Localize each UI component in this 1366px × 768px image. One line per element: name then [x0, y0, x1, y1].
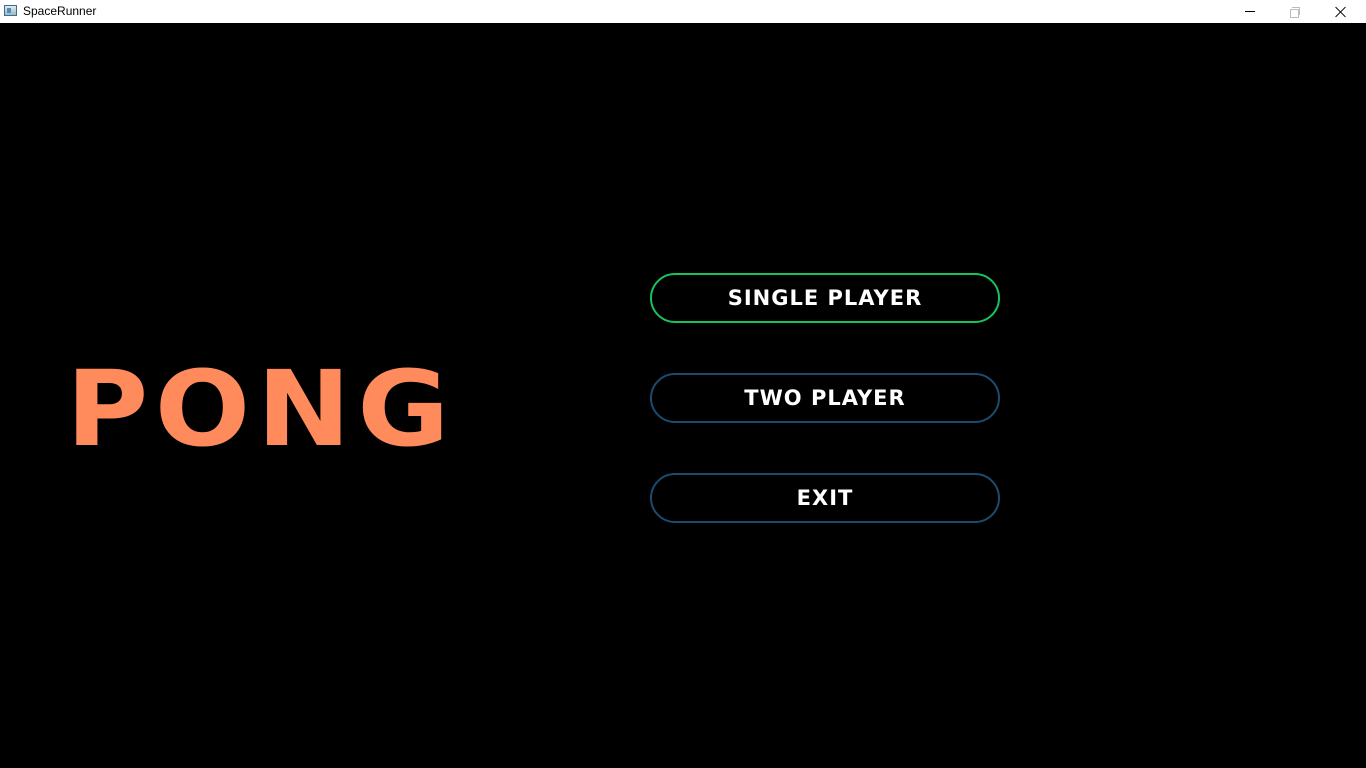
two-player-button[interactable]: TWO PLAYER — [650, 373, 1000, 423]
single-player-button[interactable]: SINGLE PLAYER — [650, 273, 1000, 323]
minimize-button[interactable] — [1227, 0, 1273, 23]
maximize-button[interactable] — [1272, 0, 1318, 23]
minimize-icon — [1245, 11, 1255, 12]
app-window: SpaceRunner PONG SINGLE PLAYER TWO PLAYE… — [0, 0, 1366, 768]
close-button[interactable] — [1318, 0, 1364, 23]
title-bar[interactable]: SpaceRunner — [0, 0, 1366, 23]
restore-icon — [1290, 6, 1300, 18]
window-title: SpaceRunner — [23, 4, 97, 18]
app-window-icon — [4, 5, 17, 16]
game-canvas: PONG SINGLE PLAYER TWO PLAYER EXIT — [0, 23, 1366, 768]
game-title: PONG — [66, 348, 456, 470]
exit-button[interactable]: EXIT — [650, 473, 1000, 523]
close-icon — [1335, 6, 1347, 18]
